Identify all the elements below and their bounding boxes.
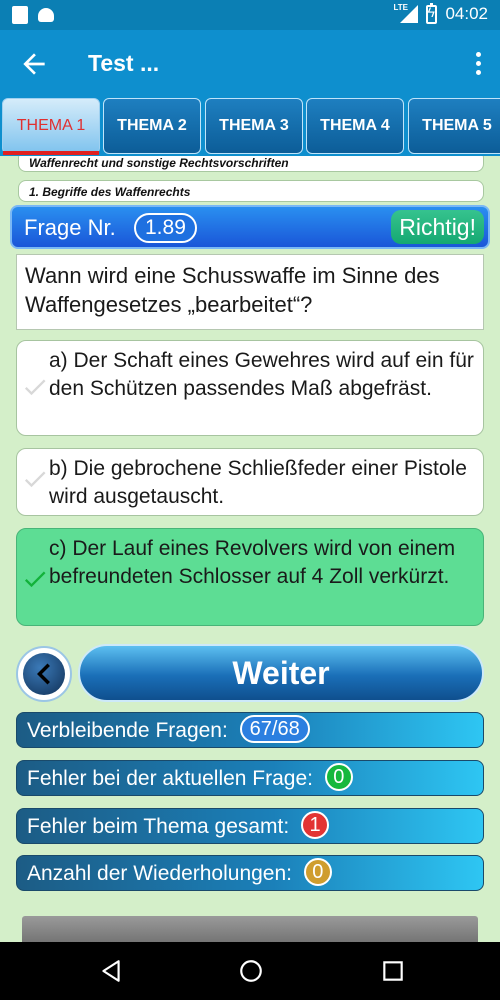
navigation-row: Weiter bbox=[16, 644, 484, 702]
system-nav-bar bbox=[0, 942, 500, 1000]
next-button[interactable]: Weiter bbox=[78, 644, 484, 702]
repeats-count: 0 bbox=[303, 858, 332, 887]
answer-text: a) Der Schaft eines Gewehres wird auf ei… bbox=[49, 349, 474, 400]
tab-thema-5[interactable]: THEMA 5 bbox=[408, 98, 500, 154]
check-icon bbox=[24, 471, 46, 488]
status-bar: LTE 04:02 bbox=[0, 0, 500, 30]
question-number-label: Frage Nr. bbox=[24, 215, 116, 240]
question-text: Wann wird eine Schusswaffe im Sinne des … bbox=[16, 254, 484, 330]
errors-current-question: Fehler bei der aktuellen Frage: 0 bbox=[16, 760, 484, 796]
errors-topic-total: Fehler beim Thema gesamt: 1 bbox=[16, 808, 484, 844]
bottom-panel bbox=[22, 916, 478, 942]
android-icon bbox=[38, 8, 54, 22]
errors-current-label: Fehler bei der aktuellen Frage: bbox=[27, 767, 313, 790]
page-title: Test ... bbox=[88, 50, 160, 76]
check-icon bbox=[24, 379, 46, 396]
app-bar: Test ... bbox=[0, 30, 500, 98]
tab-thema-4[interactable]: THEMA 4 bbox=[306, 98, 404, 154]
remaining-questions: Verbleibende Fragen: 67/68 bbox=[16, 712, 484, 748]
more-vert-icon[interactable] bbox=[474, 52, 482, 78]
tab-thema-3[interactable]: THEMA 3 bbox=[205, 98, 303, 154]
answer-option-a[interactable]: a) Der Schaft eines Gewehres wird auf ei… bbox=[16, 340, 484, 436]
answer-text: b) Die gebrochene Schließfeder einer Pis… bbox=[49, 457, 467, 508]
nav-home-icon[interactable] bbox=[238, 958, 264, 984]
chevron-left-icon bbox=[37, 663, 50, 685]
clock: 04:02 bbox=[445, 4, 488, 23]
answer-option-b[interactable]: b) Die gebrochene Schließfeder einer Pis… bbox=[16, 448, 484, 516]
errors-total-label: Fehler beim Thema gesamt: bbox=[27, 815, 290, 838]
remaining-count: 67/68 bbox=[239, 715, 310, 744]
signal-icon bbox=[400, 5, 419, 23]
tab-thema-1[interactable]: THEMA 1 bbox=[2, 98, 100, 155]
section-label: 1. Begriffe des Waffenrechts bbox=[18, 180, 484, 202]
quiz-content: Waffenrecht und sonstige Rechtsvorschrif… bbox=[0, 156, 500, 942]
sd-card-icon bbox=[12, 6, 28, 24]
errors-current-count: 0 bbox=[324, 763, 353, 792]
battery-charging-icon bbox=[426, 2, 438, 24]
previous-button[interactable] bbox=[16, 646, 72, 702]
nav-recent-icon[interactable] bbox=[380, 958, 406, 984]
repetitions-count: Anzahl der Wiederholungen: 0 bbox=[16, 855, 484, 891]
errors-total-count: 1 bbox=[301, 811, 330, 840]
result-badge: Richtig! bbox=[391, 210, 484, 244]
question-number: 1.89 bbox=[134, 213, 197, 243]
tab-thema-2[interactable]: THEMA 2 bbox=[103, 98, 201, 154]
answer-option-c[interactable]: c) Der Lauf eines Revolvers wird von ein… bbox=[16, 528, 484, 626]
arrow-left-icon[interactable] bbox=[18, 48, 50, 80]
topic-tabs: THEMA 1 THEMA 2 THEMA 3 THEMA 4 THEMA 5 bbox=[0, 98, 500, 156]
remaining-label: Verbleibende Fragen: bbox=[27, 719, 228, 742]
check-icon bbox=[24, 571, 46, 588]
chapter-label: Waffenrecht und sonstige Rechtsvorschrif… bbox=[18, 156, 484, 172]
repeats-label: Anzahl der Wiederholungen: bbox=[27, 862, 293, 885]
nav-back-icon[interactable] bbox=[98, 958, 124, 984]
answer-text: c) Der Lauf eines Revolvers wird von ein… bbox=[49, 537, 456, 588]
question-header: Frage Nr. 1.89 Richtig! bbox=[10, 205, 490, 249]
